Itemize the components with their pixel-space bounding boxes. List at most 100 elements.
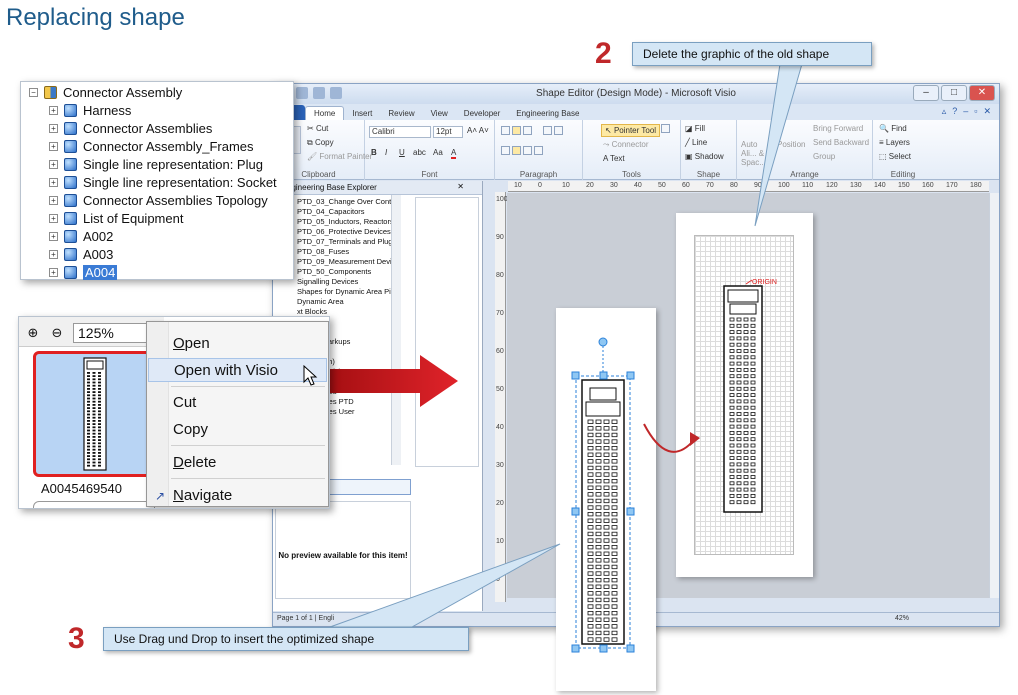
position-button[interactable]: Position <box>777 140 805 149</box>
shadow-button[interactable]: ▣ Shadow <box>685 152 724 161</box>
explorer-item[interactable]: Dynamic Area <box>273 297 393 307</box>
tab-insert[interactable]: Insert <box>344 107 380 120</box>
tree-item[interactable]: + Single line representation: Plug <box>49 155 263 173</box>
zoom-in-icon[interactable]: ⊕ <box>25 325 41 341</box>
expand-icon[interactable]: + <box>49 267 58 277</box>
fill-button[interactable]: ◪ Fill <box>685 124 705 133</box>
connector-button[interactable]: ⤳ Connector <box>603 140 649 150</box>
format-painter-button[interactable]: 🖌 Format Painter <box>307 152 372 161</box>
expand-icon[interactable]: + <box>49 213 58 223</box>
new-shape-page[interactable] <box>556 308 656 691</box>
line-button[interactable]: ╱ Line <box>685 138 707 147</box>
auto-align-button[interactable]: Auto Ali... & Spac... <box>741 140 771 167</box>
zoom-out-icon[interactable]: ⊖ <box>49 325 65 341</box>
expand-icon[interactable]: + <box>49 105 58 115</box>
tab-home[interactable]: Home <box>305 106 345 120</box>
tree-item[interactable]: + A002 <box>49 227 113 245</box>
old-shape-page[interactable] <box>676 213 813 577</box>
copy-button[interactable]: ⧉ Copy <box>307 138 334 148</box>
text-button[interactable]: A Text <box>603 154 625 163</box>
menu-cut[interactable]: Cut <box>148 391 327 415</box>
help-icon[interactable]: ? <box>952 106 957 117</box>
font-name-select[interactable]: Calibri <box>369 126 431 138</box>
next-thumbnail[interactable] <box>33 501 155 508</box>
ruler-tick-label: 10 <box>562 182 570 189</box>
page-indicator[interactable]: Page 1 of 1 | Engli <box>277 615 334 622</box>
zoom-level[interactable]: 42% <box>895 615 909 622</box>
tree-item[interactable]: + Connector Assembly_Frames <box>49 137 254 155</box>
font-size-select[interactable]: 12pt <box>433 126 463 138</box>
callout-step-2: Delete the graphic of the old shape <box>632 42 872 66</box>
explorer-item[interactable]: Shapes for Dynamic Area Pins <box>273 287 399 297</box>
close-button[interactable]: ✕ <box>969 85 995 101</box>
explorer-title: ngineering Base Explorer <box>287 183 377 192</box>
explorer-scrollbar[interactable] <box>391 195 401 465</box>
maximize-button[interactable]: □ <box>941 85 967 101</box>
expand-icon[interactable]: + <box>49 249 58 259</box>
window-min-icon[interactable]: – <box>963 106 968 117</box>
tab-review[interactable]: Review <box>380 107 422 120</box>
collapse-icon[interactable]: − <box>29 87 38 97</box>
menu-navigate[interactable]: ↗ Navigate <box>148 484 327 508</box>
ruler-tick-label: 0 <box>538 182 542 189</box>
group-button[interactable]: Group <box>813 152 835 161</box>
ruler-tick-label: 90 <box>496 234 504 241</box>
underline-button[interactable]: U <box>399 148 405 157</box>
ruler-tick-label: 160 <box>922 182 934 189</box>
bring-forward-button[interactable]: Bring Forward <box>813 124 863 133</box>
tree-item[interactable]: + A003 <box>49 245 113 263</box>
tree-item[interactable]: + Harness <box>49 101 131 119</box>
expand-icon[interactable]: + <box>49 231 58 241</box>
explorer-close-icon[interactable]: ✕ <box>457 182 464 191</box>
strikethrough-button[interactable]: abc <box>413 148 426 157</box>
ruler-tick-label: 100 <box>778 182 790 189</box>
tree-item[interactable]: + Connector Assemblies Topology <box>49 191 268 209</box>
minimize-ribbon-icon[interactable]: ▵ <box>942 106 947 117</box>
menu-open-with-visio[interactable]: Open with Visio <box>148 358 327 382</box>
align-top-icon[interactable] <box>501 126 534 136</box>
minimize-button[interactable]: – <box>913 85 939 101</box>
tree-item[interactable]: + A004 <box>49 263 118 281</box>
expand-icon[interactable]: + <box>49 177 58 187</box>
ribbon-tabs: Home Insert Review View Developer Engine… <box>273 104 999 120</box>
callout-step-3: Use Drag und Drop to insert the optimize… <box>103 627 469 651</box>
tree-item[interactable]: + List of Equipment <box>49 209 183 227</box>
bullets-icon[interactable] <box>543 126 565 136</box>
window-restore-icon[interactable]: ▫ <box>974 106 977 117</box>
tree-item[interactable]: + Connector Assemblies <box>49 119 212 137</box>
tree-root[interactable]: − Connector Assembly <box>29 83 182 101</box>
find-button[interactable]: 🔍 Find <box>879 124 907 133</box>
expand-icon[interactable]: + <box>49 159 58 169</box>
shape-rectangle-icon[interactable] <box>661 124 672 134</box>
grow-font-icon[interactable]: A˄ A˅ <box>467 126 489 135</box>
expand-icon[interactable]: + <box>49 123 58 133</box>
align-left-icon[interactable] <box>501 146 545 156</box>
tab-engineering-base[interactable]: Engineering Base <box>508 107 587 120</box>
shape-thumbnail[interactable] <box>33 351 155 477</box>
layers-button[interactable]: ≡ Layers <box>879 138 910 147</box>
bold-button[interactable]: B <box>371 148 377 157</box>
font-color-button[interactable]: A <box>451 148 457 159</box>
window-close-icon[interactable]: ✕ <box>983 106 991 117</box>
font-case-button[interactable]: Aa <box>433 148 443 157</box>
menu-open[interactable]: Open <box>148 332 327 356</box>
tab-developer[interactable]: Developer <box>456 107 508 120</box>
navigate-arrow-icon: ↗ <box>155 489 166 503</box>
slide-title: Replacing shape <box>6 4 185 31</box>
canvas-vertical-scrollbar[interactable] <box>989 193 999 598</box>
pointer-tool-button[interactable]: ↖ Pointer Tool <box>601 124 661 137</box>
tree-item[interactable]: + Single line representation: Socket <box>49 173 277 191</box>
ruler-tick-label: 140 <box>874 182 886 189</box>
send-backward-button[interactable]: Send Backward <box>813 138 869 147</box>
menu-copy[interactable]: Copy <box>148 418 327 442</box>
select-button[interactable]: ⬚ Select <box>879 152 911 161</box>
big-red-arrow <box>328 355 458 407</box>
italic-button[interactable]: I <box>385 148 387 157</box>
cut-button[interactable]: ✂ Cut <box>307 124 328 133</box>
ruler-tick-label: 180 <box>970 182 982 189</box>
window-title: Shape Editor (Design Mode) - Microsoft V… <box>536 88 736 99</box>
expand-icon[interactable]: + <box>49 141 58 151</box>
menu-delete[interactable]: Delete <box>148 451 327 475</box>
tab-view[interactable]: View <box>423 107 456 120</box>
expand-icon[interactable]: + <box>49 195 58 205</box>
